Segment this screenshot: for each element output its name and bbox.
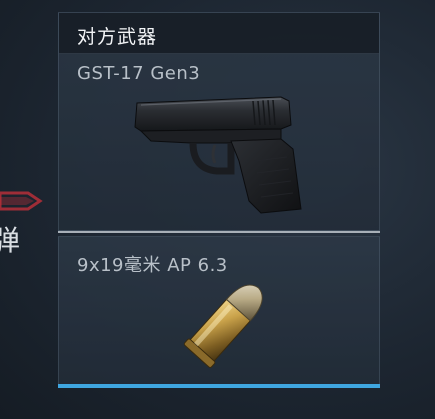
card-header: 对方武器 <box>59 13 379 54</box>
side-label-glyph: 弹 <box>0 224 21 257</box>
ammo-selected-indicator <box>58 384 380 388</box>
card-title: 对方武器 <box>77 26 158 48</box>
bullet-icon <box>183 284 263 368</box>
opponent-ammo-card[interactable]: 9x19毫米 AP 6.3 <box>58 236 380 386</box>
weapon-name: GST-17 Gen3 <box>77 63 201 84</box>
pistol-icon <box>134 96 302 214</box>
ammo-name: 9x19毫米 AP 6.3 <box>77 255 228 276</box>
card-divider <box>58 231 380 233</box>
red-arrow-icon <box>0 191 43 211</box>
opponent-weapon-card[interactable]: 对方武器 GST-17 Gen3 <box>58 12 380 231</box>
